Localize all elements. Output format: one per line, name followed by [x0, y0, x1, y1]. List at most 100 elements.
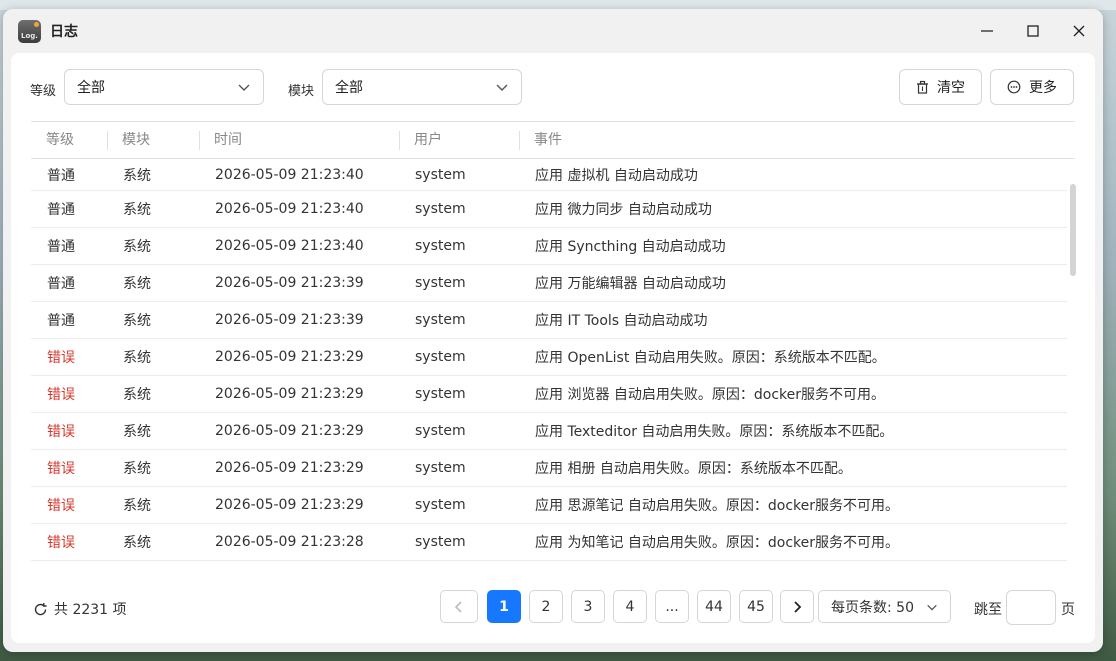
more-button-label: 更多 [1029, 80, 1057, 96]
column-divider [107, 131, 108, 150]
log-table-body[interactable]: 普通 系统 2026-05-09 21:23:40 system 应用 虚拟机 自动启动… [31, 159, 1067, 579]
cell-level: 普通 [47, 239, 75, 255]
clear-button[interactable]: 清空 [899, 69, 982, 105]
table-row[interactable]: 普通 系统 2026-05-09 21:23:40 system 应用 虚拟机 自动启动… [31, 159, 1067, 191]
table-row[interactable]: 普通 系统 2026-05-09 21:23:40 system 应用 Syncthin… [31, 228, 1067, 265]
cell-module: 系统 [123, 239, 151, 255]
cell-time: 2026-05-09 21:23:29 [215, 423, 364, 439]
module-filter-select[interactable]: 全部 [322, 69, 522, 105]
cell-level: 普通 [47, 276, 75, 292]
page-number-button[interactable]: 2 [529, 590, 563, 623]
page-size-value: 每页条数: 50 [831, 599, 914, 616]
cell-module: 系统 [123, 276, 151, 292]
cell-user: system [415, 312, 466, 328]
maximize-button[interactable] [1020, 19, 1046, 43]
cell-time: 2026-05-09 21:23:29 [215, 386, 364, 402]
cell-event: 应用 Texteditor 自动启用失败。原因：系统版本不匹配。 [535, 424, 894, 440]
table-row[interactable]: 错误 系统 2026-05-09 21:23:28 system 应用 为知笔记 自动启… [31, 524, 1067, 561]
cell-event: 应用 虚拟机 自动启动成功 [535, 167, 698, 184]
cell-level: 错误 [47, 350, 75, 366]
column-header-module[interactable]: 模块 [122, 122, 150, 158]
cell-time: 2026-05-09 21:23:39 [215, 275, 364, 291]
next-page-button[interactable] [780, 590, 814, 623]
trash-icon [917, 80, 928, 94]
table-row[interactable]: 错误 系统 2026-05-09 21:23:29 system 应用 Textedit… [31, 413, 1067, 450]
page-number-button[interactable]: 45 [739, 590, 773, 623]
table-row[interactable]: 错误 系统 2026-05-09 21:23:29 system 应用 思源笔记 自动启… [31, 487, 1067, 524]
column-header-time[interactable]: 时间 [214, 122, 242, 158]
cell-user: system [415, 238, 466, 254]
column-header-level[interactable]: 等级 [46, 122, 74, 158]
module-filter-label: 模块 [288, 84, 315, 99]
column-divider [399, 131, 400, 150]
cell-time: 2026-05-09 21:23:40 [215, 238, 364, 254]
total-count: 共 2231 项 [33, 599, 127, 619]
table-row[interactable]: 错误 系统 2026-05-09 21:23:29 system 应用 相册 自动启用失… [31, 450, 1067, 487]
log-panel: 等级 全部 模块 全部 清空 更多 等级 模块 时间 用户 事件 普通 系统 2… [11, 53, 1095, 643]
close-icon [1073, 25, 1085, 37]
cell-module: 系统 [123, 167, 151, 184]
cell-module: 系统 [123, 387, 151, 403]
cell-module: 系统 [123, 313, 151, 329]
table-row[interactable]: 普通 系统 2026-05-09 21:23:40 system 应用 微力同步 自动启… [31, 191, 1067, 228]
column-header-event[interactable]: 事件 [534, 122, 562, 158]
cell-user: system [415, 386, 466, 402]
page-number-button[interactable]: 4 [613, 590, 647, 623]
log-window: Log. 日志 等级 全部 模块 全部 清空 更多 等级 模块 时间 用户 事件… [3, 9, 1103, 652]
level-filter-value: 全部 [77, 80, 105, 96]
cell-user: system [415, 423, 466, 439]
minimize-button[interactable] [974, 19, 1000, 43]
jump-to-label: 跳至 [974, 602, 1002, 618]
jump-to-suffix: 页 [1061, 602, 1075, 618]
page-size-select[interactable]: 每页条数: 50 [818, 590, 951, 623]
table-scrollbar[interactable] [1070, 184, 1076, 276]
table-footer: 共 2231 项 1 2 3 4... 44 45 每页条数: 50 跳至 页 [11, 583, 1095, 633]
cell-event: 应用 相册 自动启用失败。原因：系统版本不匹配。 [535, 461, 852, 477]
cell-user: system [415, 497, 466, 513]
page-number-button[interactable]: 1 [487, 590, 521, 623]
column-header-user[interactable]: 用户 [414, 122, 442, 158]
more-button[interactable]: 更多 [990, 69, 1074, 105]
table-row[interactable]: 普通 系统 2026-05-09 21:23:39 system 应用 万能编辑器 自动… [31, 265, 1067, 302]
refresh-icon[interactable] [33, 602, 48, 617]
table-row[interactable]: 普通 系统 2026-05-09 21:23:39 system 应用 IT Tools… [31, 302, 1067, 339]
module-filter-value: 全部 [335, 80, 363, 96]
jump-to-page-input[interactable] [1006, 590, 1056, 625]
level-filter-label: 等级 [30, 84, 57, 99]
chevron-down-icon [927, 604, 937, 610]
cell-user: system [415, 534, 466, 550]
close-button[interactable] [1066, 19, 1092, 43]
chevron-down-icon [496, 84, 508, 91]
log-app-icon: Log. [18, 20, 41, 43]
chevron-down-icon [238, 84, 250, 91]
cell-user: system [415, 201, 466, 217]
page-number-button[interactable]: 3 [571, 590, 605, 623]
cell-event: 应用 为知笔记 自动启用失败。原因：docker服务不可用。 [535, 535, 900, 551]
cell-level: 错误 [47, 424, 75, 440]
cell-event: 应用 微力同步 自动启动成功 [535, 202, 712, 218]
page-number-button[interactable]: 44 [697, 590, 731, 623]
cell-time: 2026-05-09 21:23:29 [215, 497, 364, 513]
cell-time: 2026-05-09 21:23:40 [215, 201, 364, 217]
cell-time: 2026-05-09 21:23:29 [215, 349, 364, 365]
cell-module: 系统 [123, 202, 151, 218]
column-divider [199, 131, 200, 150]
page-ellipsis-button[interactable]: ... [655, 590, 689, 623]
chevron-left-icon [454, 600, 462, 613]
cell-time: 2026-05-09 21:23:39 [215, 312, 364, 328]
prev-page-button[interactable] [440, 590, 478, 623]
more-icon [1007, 80, 1021, 94]
cell-event: 应用 浏览器 自动启用失败。原因：docker服务不可用。 [535, 387, 886, 403]
cell-user: system [415, 349, 466, 365]
cell-level: 普通 [47, 167, 75, 184]
cell-level: 错误 [47, 535, 75, 551]
cell-level: 普通 [47, 313, 75, 329]
maximize-icon [1027, 25, 1039, 37]
level-filter-select[interactable]: 全部 [64, 69, 264, 105]
table-row[interactable]: 错误 系统 2026-05-09 21:23:29 system 应用 浏览器 自动启用… [31, 376, 1067, 413]
cell-level: 错误 [47, 498, 75, 514]
cell-event: 应用 思源笔记 自动启用失败。原因：docker服务不可用。 [535, 498, 900, 514]
title-bar: Log. 日志 [3, 9, 1103, 53]
table-row[interactable]: 错误 系统 2026-05-09 21:23:29 system 应用 OpenList… [31, 339, 1067, 376]
cell-event: 应用 万能编辑器 自动启动成功 [535, 276, 726, 292]
